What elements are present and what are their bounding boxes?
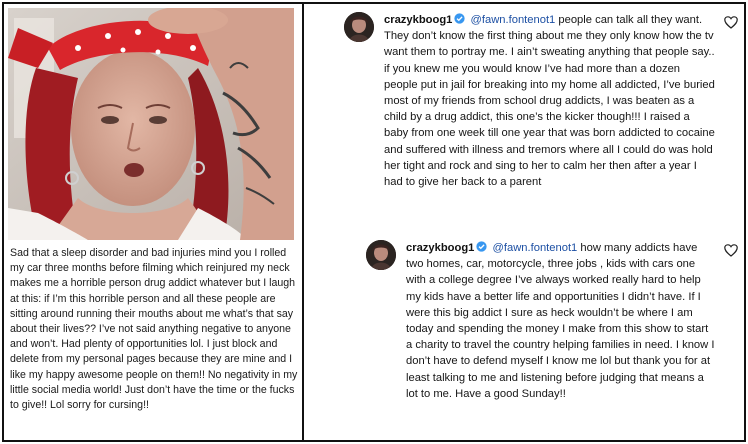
comment-text: how many addicts have two homes, car, mo… [406,242,715,400]
comment-username[interactable]: crazykboog1 [384,14,452,26]
comment-text: people can talk all they want. They don’… [384,14,715,189]
comment-mention[interactable]: @fawn.fontenot1 [493,242,578,254]
comment-item: crazykboog1 @fawn.fontenot1 how many add… [366,240,742,440]
comment-mention[interactable]: @fawn.fontenot1 [471,14,556,26]
woman-selfie-image [8,8,294,240]
comment-username[interactable]: crazykboog1 [406,242,474,254]
heart-icon[interactable] [724,16,738,29]
post-photo [8,8,294,240]
comment-item: crazykboog1 @fawn.fontenot1 people can t… [344,12,742,244]
avatar[interactable] [344,12,374,42]
verified-badge-icon [476,241,488,252]
column-divider [302,4,304,440]
comment-body: crazykboog1 @fawn.fontenot1 people can t… [384,12,716,190]
comment-body: crazykboog1 @fawn.fontenot1 how many add… [406,240,716,402]
post-caption: Sad that a sleep disorder and bad injuri… [10,247,301,412]
avatar[interactable] [366,240,396,270]
verified-badge-icon [454,13,466,24]
heart-icon[interactable] [724,244,738,257]
screenshot-frame: Sad that a sleep disorder and bad injuri… [2,2,746,442]
